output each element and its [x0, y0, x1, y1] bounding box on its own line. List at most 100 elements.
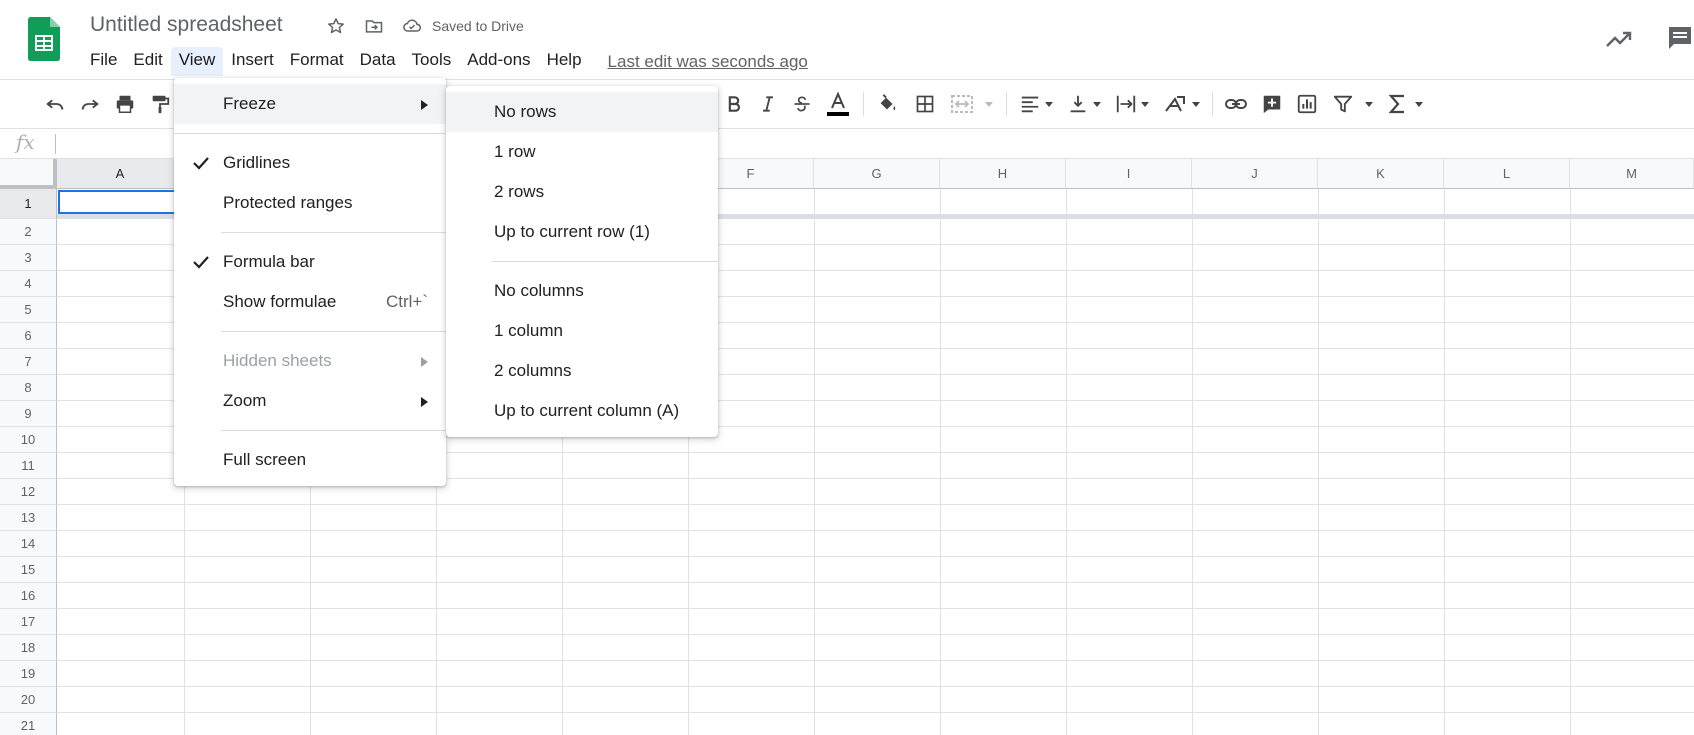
row-header-20[interactable]: 20: [0, 687, 57, 713]
row-header-1[interactable]: 1: [0, 189, 57, 219]
row-header-17[interactable]: 17: [0, 609, 57, 635]
text-wrap-icon[interactable]: [1112, 90, 1140, 118]
row-header-8[interactable]: 8: [0, 375, 57, 401]
column-header-l[interactable]: L: [1444, 159, 1570, 189]
merge-cells-icon[interactable]: [948, 90, 976, 118]
row-header-21[interactable]: 21: [0, 713, 57, 735]
menu-item-label: Zoom: [223, 391, 267, 410]
menu-item-2-columns[interactable]: 2 columns: [446, 351, 718, 391]
menu-item-zoom[interactable]: Zoom: [174, 381, 446, 421]
menu-item-formula-bar[interactable]: Formula bar: [174, 242, 446, 282]
undo-icon[interactable]: [41, 90, 69, 118]
vertical-align-icon[interactable]: [1064, 90, 1092, 118]
menu-item-gridlines[interactable]: Gridlines: [174, 143, 446, 183]
menu-item-2-rows[interactable]: 2 rows: [446, 172, 718, 212]
horizontal-align-icon[interactable]: [1016, 90, 1044, 118]
freeze-submenu: No rows 1 row 2 rows Up to current row (…: [446, 86, 718, 437]
fx-label: fx: [16, 130, 35, 154]
row-header-13[interactable]: 13: [0, 505, 57, 531]
active-cell-a1[interactable]: [58, 190, 184, 214]
cloud-done-icon[interactable]: [400, 14, 424, 38]
text-rotation-icon[interactable]: [1161, 90, 1189, 118]
menu-item-label: Gridlines: [223, 153, 291, 172]
filter-icon[interactable]: [1329, 90, 1357, 118]
comment-history-icon[interactable]: [1666, 24, 1694, 52]
row-header-2[interactable]: 2: [0, 219, 57, 245]
text-color-icon[interactable]: [824, 90, 852, 118]
menu-item-no-columns[interactable]: No columns: [446, 271, 718, 311]
menu-data[interactable]: Data: [352, 47, 404, 76]
row-header-12[interactable]: 12: [0, 479, 57, 505]
menu-item-label: 2 columns: [494, 361, 572, 380]
menu-addons[interactable]: Add-ons: [459, 47, 538, 76]
column-header-a[interactable]: A: [57, 159, 184, 189]
menu-item-up-to-current-column[interactable]: Up to current column (A): [446, 391, 718, 431]
column-header-g[interactable]: G: [814, 159, 940, 189]
row-header-16[interactable]: 16: [0, 583, 57, 609]
insert-chart-icon[interactable]: [1293, 90, 1321, 118]
submenu-arrow-icon: [421, 397, 428, 407]
checkmark-icon: [193, 157, 209, 170]
row-header-3[interactable]: 3: [0, 245, 57, 271]
menubar: File Edit View Insert Format Data Tools …: [82, 47, 808, 76]
bold-icon[interactable]: [720, 90, 748, 118]
row-header-14[interactable]: 14: [0, 531, 57, 557]
star-icon[interactable]: [324, 14, 348, 38]
functions-icon[interactable]: [1384, 90, 1412, 118]
column-header-j[interactable]: J: [1192, 159, 1318, 189]
move-folder-icon[interactable]: [362, 14, 386, 38]
insert-link-icon[interactable]: [1222, 90, 1250, 118]
menu-item-show-formulae[interactable]: Show formulae Ctrl+`: [174, 282, 446, 322]
menu-help[interactable]: Help: [539, 47, 590, 76]
submenu-arrow-icon: [421, 357, 428, 367]
menu-item-label: No columns: [494, 281, 584, 300]
print-icon[interactable]: [111, 90, 139, 118]
menu-item-label: 2 rows: [494, 182, 545, 201]
menu-view[interactable]: View: [170, 47, 224, 76]
row-header-6[interactable]: 6: [0, 323, 57, 349]
row-header-7[interactable]: 7: [0, 349, 57, 375]
menu-insert[interactable]: Insert: [223, 47, 282, 76]
menu-item-no-rows[interactable]: No rows: [446, 92, 718, 132]
row-header-5[interactable]: 5: [0, 297, 57, 323]
last-edit-link[interactable]: Last edit was seconds ago: [608, 52, 808, 72]
menu-file[interactable]: File: [82, 47, 125, 76]
row-header-18[interactable]: 18: [0, 635, 57, 661]
menu-item-protected-ranges[interactable]: Protected ranges: [174, 183, 446, 223]
row-header-4[interactable]: 4: [0, 271, 57, 297]
row-header-11[interactable]: 11: [0, 453, 57, 479]
strikethrough-icon[interactable]: [788, 90, 816, 118]
column-header-k[interactable]: K: [1318, 159, 1444, 189]
menu-item-label: Protected ranges: [223, 193, 353, 212]
row-header-9[interactable]: 9: [0, 401, 57, 427]
select-all-corner[interactable]: [0, 159, 57, 189]
column-header-i[interactable]: I: [1066, 159, 1192, 189]
menu-item-1-column[interactable]: 1 column: [446, 311, 718, 351]
menu-item-label: Hidden sheets: [223, 351, 332, 370]
menu-item-freeze[interactable]: Freeze: [174, 84, 446, 124]
column-header-h[interactable]: H: [940, 159, 1066, 189]
row-header-10[interactable]: 10: [0, 427, 57, 453]
borders-icon[interactable]: [911, 90, 939, 118]
menu-item-label: 1 column: [494, 321, 563, 340]
menu-item-label: Up to current row (1): [494, 222, 650, 241]
document-title[interactable]: Untitled spreadsheet: [90, 13, 283, 37]
column-header-m[interactable]: M: [1570, 159, 1694, 189]
menu-item-hidden-sheets: Hidden sheets: [174, 341, 446, 381]
fill-color-icon[interactable]: [873, 90, 901, 118]
insert-comment-icon[interactable]: [1258, 90, 1286, 118]
paint-format-icon[interactable]: [146, 90, 174, 118]
italic-icon[interactable]: [754, 90, 782, 118]
menu-format[interactable]: Format: [282, 47, 352, 76]
menu-item-full-screen[interactable]: Full screen: [174, 440, 446, 480]
menu-item-up-to-current-row[interactable]: Up to current row (1): [446, 212, 718, 252]
menu-item-1-row[interactable]: 1 row: [446, 132, 718, 172]
trending-up-icon[interactable]: [1604, 26, 1634, 52]
redo-icon[interactable]: [76, 90, 104, 118]
row-header-15[interactable]: 15: [0, 557, 57, 583]
sheets-logo-icon[interactable]: [28, 17, 60, 61]
menu-item-label: Up to current column (A): [494, 401, 680, 420]
row-header-19[interactable]: 19: [0, 661, 57, 687]
menu-tools[interactable]: Tools: [404, 47, 460, 76]
menu-edit[interactable]: Edit: [125, 47, 170, 76]
